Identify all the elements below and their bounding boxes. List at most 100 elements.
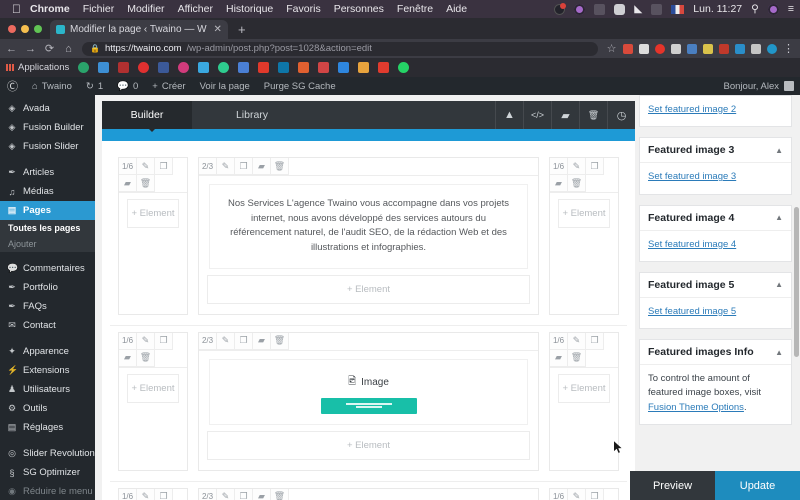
clone-icon[interactable]: ❐ — [155, 332, 173, 350]
save-icon[interactable]: ▰ — [253, 332, 271, 350]
chevron-up-icon[interactable]: ▲ — [775, 348, 783, 357]
add-element-button[interactable]: + Element — [127, 373, 179, 403]
menu-historique[interactable]: Historique — [226, 3, 273, 15]
extension-icon-8[interactable] — [735, 43, 745, 54]
tab-builder[interactable]: Builder — [102, 101, 192, 129]
menu-fenetre[interactable]: Fenêtre — [397, 3, 433, 15]
trash-icon[interactable]: 🗑 — [568, 349, 586, 367]
sidebar-item-apparence[interactable]: ✦ Apparence — [0, 342, 95, 361]
sidebar-item-medias[interactable]: ♫ Médias — [0, 182, 95, 201]
chevron-up-icon[interactable]: ▲ — [775, 213, 783, 222]
sidebar-item-fusion-slider[interactable]: ◈ Fusion Slider — [0, 137, 95, 156]
grammarly-icon[interactable] — [574, 3, 586, 15]
forward-icon[interactable]: → — [25, 43, 36, 55]
save-icon[interactable]: ▰ — [119, 175, 137, 192]
menu-afficher[interactable]: Afficher — [178, 3, 213, 15]
bookmark-icon-8[interactable] — [218, 62, 230, 73]
metabox-header[interactable]: Featured image 5 ▲ — [640, 273, 791, 298]
metabox-header[interactable]: Featured image 3 ▲ — [640, 138, 791, 164]
bookmark-icon-1[interactable] — [78, 62, 90, 73]
menu-aide[interactable]: Aide — [446, 3, 467, 15]
extension-icon-1[interactable] — [623, 43, 633, 54]
extension-icon-2[interactable] — [639, 43, 649, 54]
sidebar-item-faqs[interactable]: ✒ FAQs — [0, 297, 95, 316]
save-icon[interactable]: ▰ — [253, 158, 271, 175]
edit-icon[interactable]: ✎ — [137, 158, 155, 175]
add-element-button[interactable]: + Element — [207, 430, 530, 460]
trash-icon[interactable]: 🗑 — [579, 101, 607, 129]
panel-scrollbar[interactable] — [794, 207, 799, 357]
save-icon[interactable]: ▰ — [550, 349, 568, 367]
extension-icon-5[interactable] — [687, 43, 697, 54]
sidebar-item-articles[interactable]: ✒ Articles — [0, 163, 95, 182]
add-element-button[interactable]: + Element — [127, 199, 179, 228]
preview-button[interactable]: Preview — [630, 471, 715, 500]
bookmark-icon-2[interactable] — [98, 62, 110, 73]
add-element-button[interactable]: + Element — [207, 274, 530, 304]
builder-column-right[interactable]: 1/6 ✎ ❐ ▰ 🗑 + Element — [549, 331, 619, 471]
sidebar-subitem-add-page[interactable]: Ajouter — [0, 236, 95, 252]
edit-icon[interactable]: ✎ — [217, 158, 235, 175]
back-icon[interactable]: ← — [6, 43, 17, 55]
wp-purge-cache[interactable]: Purge SG Cache — [257, 77, 343, 95]
search-icon[interactable]: ⚲ — [751, 3, 759, 15]
bookmark-icon-9[interactable] — [238, 62, 250, 73]
menu-personnes[interactable]: Personnes — [334, 3, 384, 15]
builder-column-left[interactable]: 1/6 ✎ ❐ ▰ 🗑 + Element — [118, 331, 188, 471]
wp-new-content[interactable]: + Créer — [145, 77, 192, 95]
bookmark-icon-16[interactable] — [378, 62, 390, 73]
maximize-window-button[interactable] — [34, 24, 42, 33]
save-icon[interactable]: ▰ — [550, 175, 568, 192]
sidebar-item-fusion-builder[interactable]: ◈ Fusion Builder — [0, 118, 95, 137]
edit-icon[interactable]: ✎ — [568, 158, 586, 175]
menu-chrome[interactable]: Chrome — [30, 3, 70, 15]
trash-icon[interactable]: 🗑 — [568, 175, 586, 192]
bookmark-icon-7[interactable] — [198, 62, 210, 73]
sidebar-item-commentaires[interactable]: 💬 Commentaires — [0, 259, 95, 278]
extension-icon-3[interactable] — [655, 43, 665, 54]
profile-avatar-icon[interactable] — [767, 43, 777, 54]
save-icon[interactable]: ▰ — [119, 349, 137, 367]
menu-bar-clock[interactable]: Lun. 11:27 — [693, 3, 742, 15]
chrome-menu-icon[interactable]: ⋮ — [783, 43, 794, 54]
menu-modifier[interactable]: Modifier — [127, 3, 164, 15]
apple-logo-icon[interactable]:  — [12, 3, 21, 15]
address-bar[interactable]: 🔒 https://twaino.com/wp-admin/post.php?p… — [82, 41, 598, 56]
wp-comments[interactable]: 💬 0 — [110, 77, 145, 95]
set-featured-image-2-link[interactable]: Set featured image 2 — [648, 104, 736, 115]
sidebar-item-avada[interactable]: ◈ Avada — [0, 99, 95, 118]
wp-account-area[interactable]: Bonjour, Alex — [724, 81, 800, 92]
browser-tab[interactable]: Modifier la page ‹ Twaino — W ✕ — [50, 20, 228, 39]
bookmark-icon-12[interactable] — [298, 62, 310, 73]
set-featured-image-3-link[interactable]: Set featured image 3 — [648, 171, 736, 182]
trash-icon[interactable]: 🗑 — [271, 158, 289, 175]
edit-icon[interactable]: ✎ — [137, 332, 155, 350]
wp-updates[interactable]: ↻ 1 — [79, 77, 110, 95]
bookmark-icon-14[interactable] — [338, 62, 350, 73]
bookmark-applications[interactable]: Applications — [6, 62, 69, 73]
save-icon[interactable]: ▰ — [551, 101, 579, 129]
minimize-window-button[interactable] — [21, 24, 29, 33]
update-button[interactable]: Update — [715, 471, 800, 500]
sidebar-item-outils[interactable]: ⚙ Outils — [0, 399, 95, 418]
sidebar-item-utilisateurs[interactable]: ♟ Utilisateurs — [0, 380, 95, 399]
set-featured-image-5-link[interactable]: Set featured image 5 — [648, 306, 736, 317]
tab-library[interactable]: Library — [192, 101, 312, 129]
bookmark-icon-10[interactable] — [258, 62, 270, 73]
sidebar-item-slider-revolution[interactable]: ◎ Slider Revolution — [0, 444, 95, 463]
history-icon[interactable]: ◷ — [607, 101, 635, 129]
builder-column-right[interactable]: 1/6 ✎ ❐ ▰ 🗑 + Element — [549, 157, 619, 315]
bookmark-icon-6[interactable] — [178, 62, 190, 73]
metabox-header[interactable]: Featured images Info ▲ — [640, 340, 791, 365]
bookmark-icon-17[interactable] — [398, 62, 410, 73]
builder-column-middle[interactable]: 2/3 ✎ ❐ ▰ 🗑 Nos Services L'agence Twaino… — [198, 157, 539, 315]
control-center-icon[interactable]: ≡ — [788, 3, 794, 15]
home-icon[interactable]: ⌂ — [63, 43, 74, 55]
wordpress-logo-icon[interactable]: Ⓒ — [0, 77, 25, 95]
fusion-theme-options-link[interactable]: Fusion Theme Options — [648, 402, 744, 413]
clone-icon[interactable]: ❐ — [155, 158, 173, 175]
clone-icon[interactable]: ❐ — [586, 332, 604, 350]
sidebar-item-portfolio[interactable]: ✒ Portfolio — [0, 278, 95, 297]
trash-icon[interactable]: 🗑 — [271, 332, 289, 350]
wifi-icon[interactable]: ◣ — [634, 3, 642, 15]
